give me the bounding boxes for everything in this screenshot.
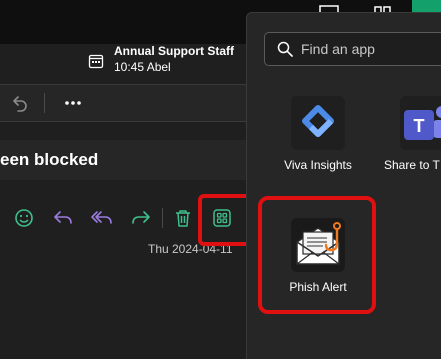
reminder-title: Annual Support Staff (114, 44, 234, 58)
search-input[interactable]: Find an app (264, 32, 441, 66)
emoji-react-icon[interactable] (14, 208, 34, 228)
calendar-icon (88, 54, 104, 69)
toolbar (0, 84, 250, 122)
status-indicator (412, 0, 441, 12)
search-icon (277, 41, 293, 57)
app-label: Share to T (384, 158, 440, 172)
undo-icon[interactable] (8, 92, 30, 114)
divider (162, 208, 163, 228)
app-label: Viva Insights (284, 158, 352, 172)
app-tile-viva-insights[interactable]: Viva Insights (280, 96, 356, 176)
forward-icon[interactable] (130, 208, 152, 228)
svg-text:T: T (414, 116, 425, 136)
search-placeholder: Find an app (301, 41, 375, 57)
annotation-highlight-phish-alert (258, 196, 376, 314)
reply-icon[interactable] (52, 208, 74, 228)
reminder-time: 10:45 Abel (114, 60, 171, 74)
teams-icon: T (400, 96, 441, 150)
viva-insights-icon (291, 96, 345, 150)
divider (44, 93, 45, 113)
email-subject: een blocked (0, 150, 99, 169)
delete-icon[interactable] (173, 208, 193, 228)
app-tile-share-to-teams[interactable]: T Share to T (384, 96, 441, 176)
reply-all-icon[interactable] (90, 208, 114, 228)
email-subject-bar: een blocked (0, 140, 250, 180)
more-options-icon[interactable] (62, 92, 84, 114)
